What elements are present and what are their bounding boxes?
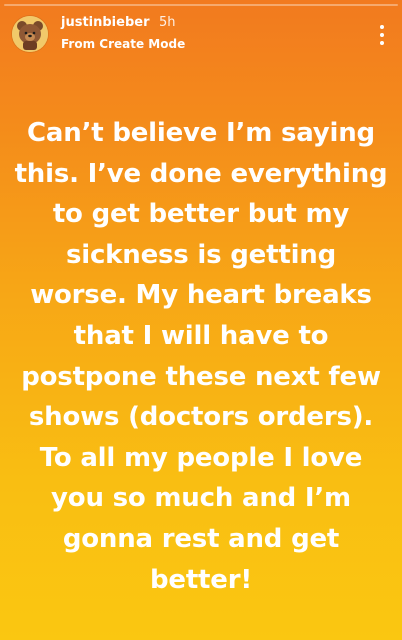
- story-caption-text: Can’t believe I’m saying this. I’ve done…: [8, 113, 394, 600]
- story-source-label[interactable]: From Create Mode: [61, 37, 185, 51]
- caption-line: you so much and I’m: [51, 483, 351, 514]
- story-header: justinbieber 5h From Create Mode: [12, 14, 390, 54]
- caption-line: worse. My heart breaks: [30, 280, 372, 311]
- caption-line: shows (doctors orders).: [28, 402, 374, 433]
- caption-line: better!: [149, 564, 253, 595]
- caption-line: gonna rest and get: [62, 523, 340, 554]
- caption-line: postpone these next few: [21, 361, 381, 392]
- instagram-story[interactable]: justinbieber 5h From Create Mode Can’t b…: [0, 0, 402, 640]
- caption-line: to get better but my: [52, 199, 350, 230]
- caption-line: Can’t believe I’m saying: [27, 118, 375, 148]
- dot-icon: [380, 33, 384, 37]
- dot-icon: [380, 41, 384, 45]
- caption-line: sickness is getting: [65, 239, 336, 270]
- dot-icon: [380, 25, 384, 29]
- caption-line: this. I’ve done everything: [14, 158, 388, 189]
- caption-line: that I will have to: [73, 320, 329, 351]
- vertical-ellipsis-icon[interactable]: [371, 22, 393, 48]
- story-username[interactable]: justinbieber: [61, 15, 150, 31]
- story-progress-bar: [4, 4, 398, 6]
- bear-avatar-icon[interactable]: [12, 16, 48, 52]
- caption-line: To all my people I love: [39, 442, 363, 473]
- story-time-ago: 5h: [159, 15, 176, 30]
